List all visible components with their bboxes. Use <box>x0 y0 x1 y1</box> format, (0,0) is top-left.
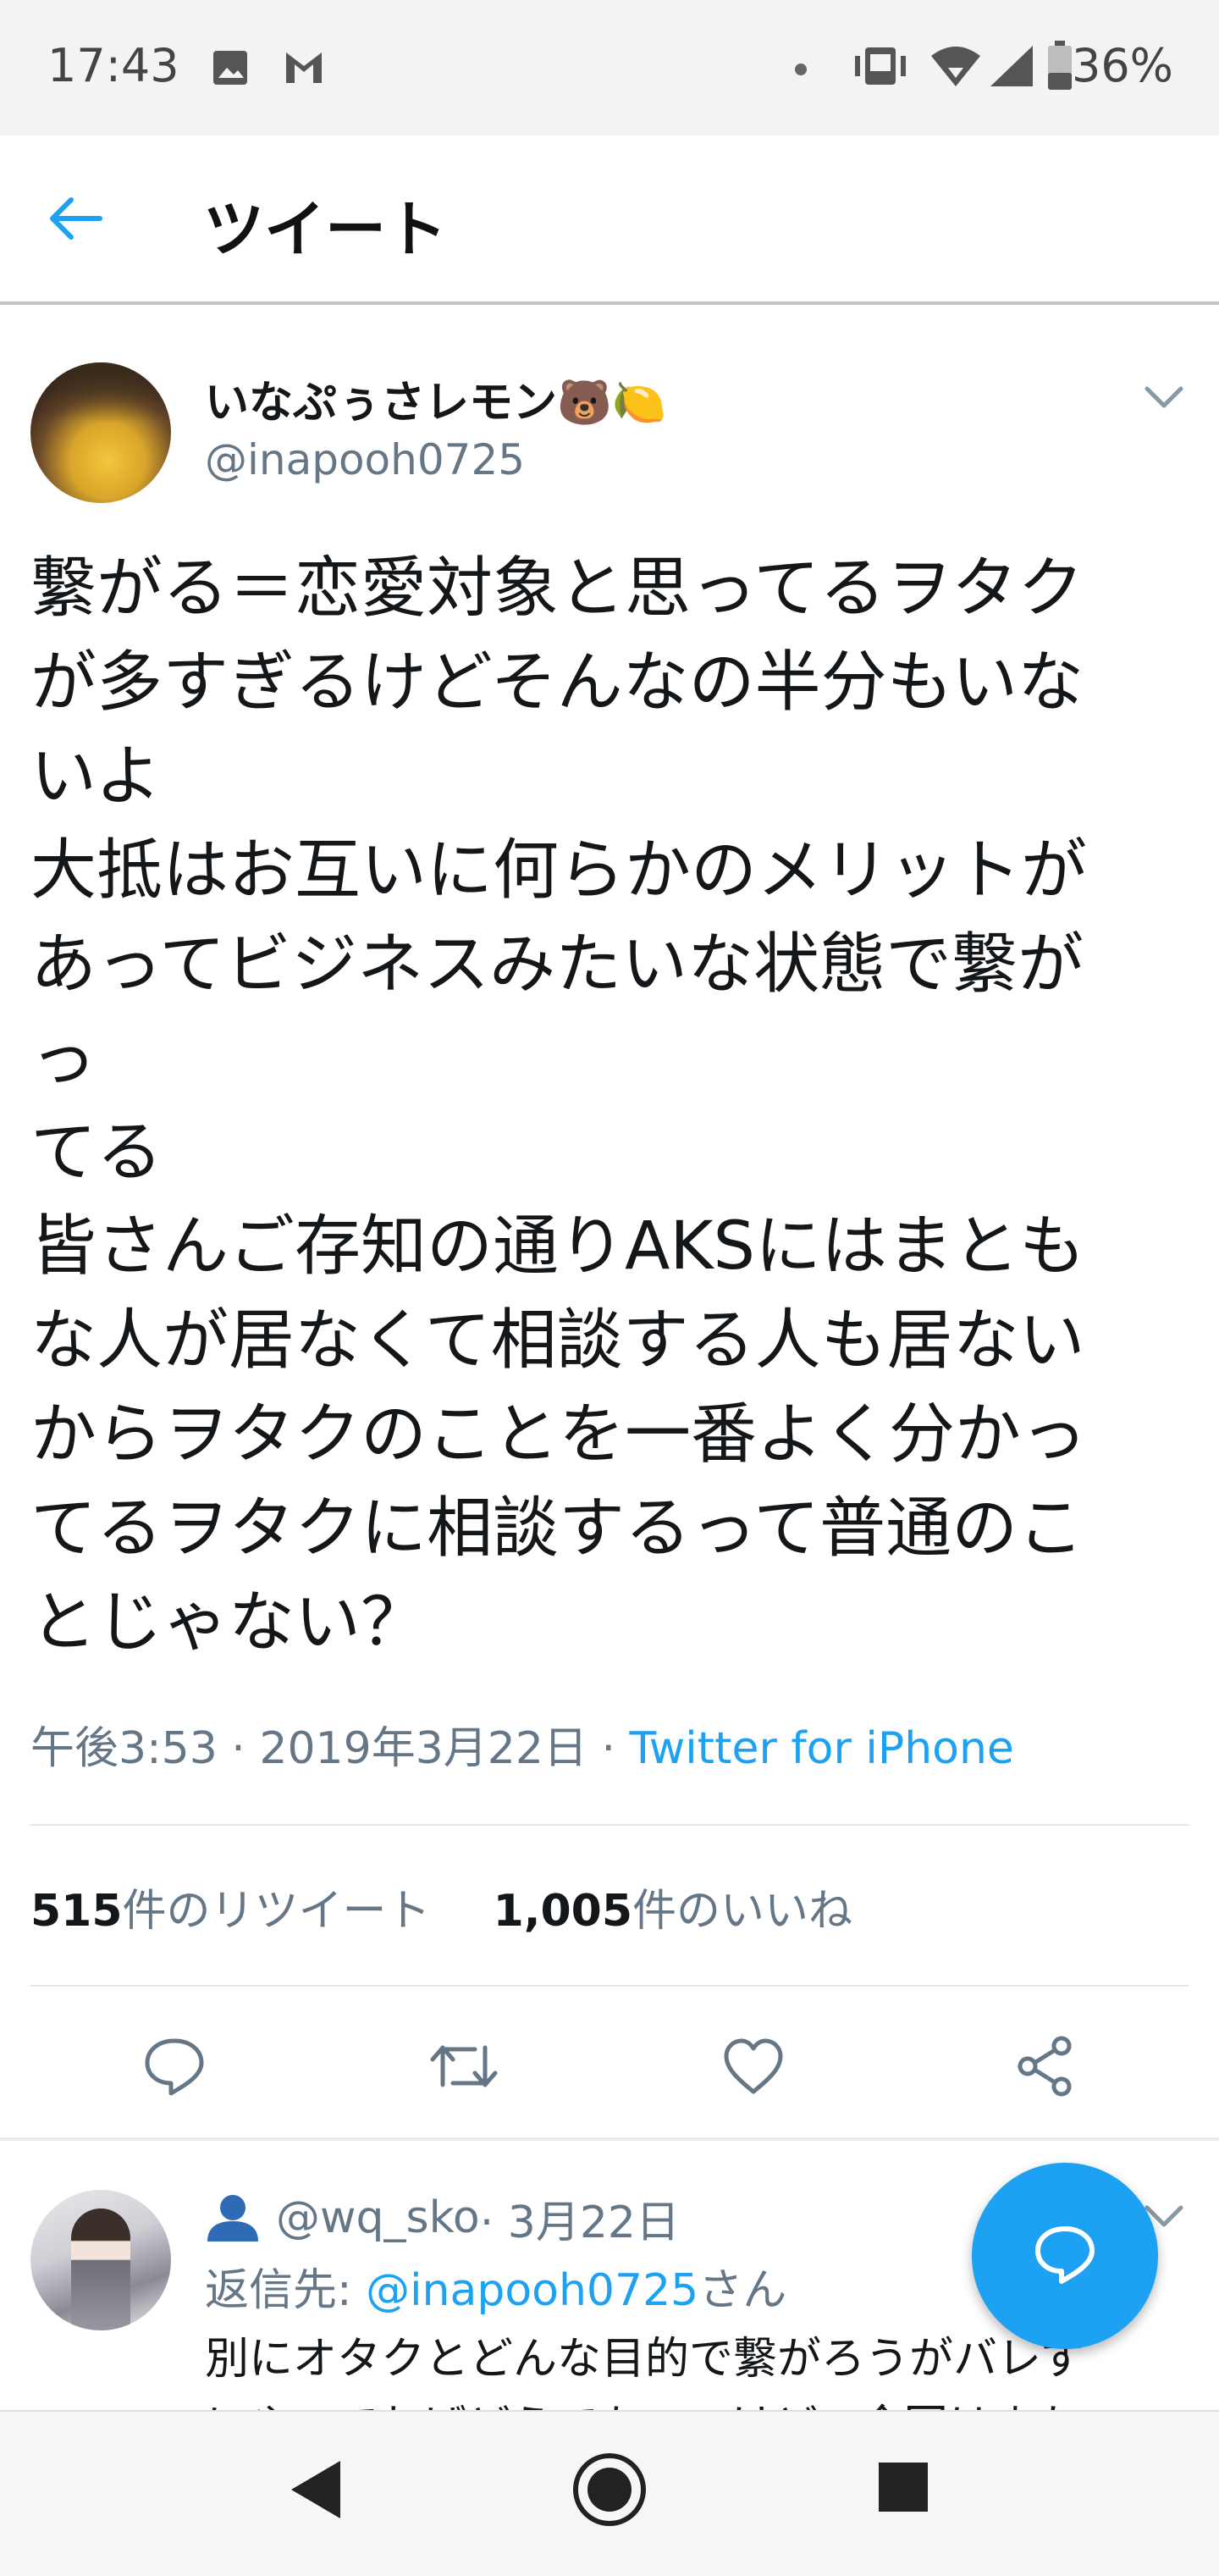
divider <box>30 1985 1189 1987</box>
reply-handle[interactable]: @wq_sko <box>276 2192 480 2243</box>
page-title: ツイート <box>203 194 448 265</box>
image-icon <box>212 49 249 90</box>
tweet-text-line: が多すぎるけどそんなの半分もいな <box>30 644 1084 721</box>
like-stat[interactable]: 1,005件のいいね <box>494 1886 853 1937</box>
divider <box>30 1824 1189 1826</box>
nav-recents-icon[interactable] <box>875 2459 931 2518</box>
reply-icon[interactable] <box>132 2024 217 2109</box>
retweet-count: 515 <box>30 1886 123 1937</box>
tweet-text-line: てる <box>30 1114 163 1191</box>
gmail-icon <box>283 46 325 91</box>
tweet-text: 繋がる＝恋愛対象と思ってるヲタク が多すぎるけどそんなの半分もいな いよ 大抵は… <box>30 542 1207 1670</box>
wifi-icon <box>929 44 982 91</box>
author-handle[interactable]: @inapooh0725 <box>205 435 525 484</box>
like-count: 1,005 <box>493 1886 633 1937</box>
reply-to-suffix: さん <box>698 2265 787 2316</box>
like-label: 件のいいね <box>632 1886 853 1937</box>
author-name[interactable]: いなぷぅさレモン🐻🍋 <box>205 367 667 430</box>
chevron-down-icon[interactable] <box>1143 383 1185 415</box>
vibrate-icon <box>853 42 907 93</box>
retweet-stat[interactable]: 515件のリツイート <box>30 1886 431 1937</box>
reply-author-avatar[interactable] <box>30 2190 171 2330</box>
retweet-label: 件のリツイート <box>122 1886 431 1937</box>
system-navigation-bar <box>0 2410 1219 2576</box>
reply-text-line: 別にオタクとどんな目的で繋がろうがバレず <box>205 2334 1086 2385</box>
battery-icon <box>1046 41 1073 95</box>
arrow-left-icon[interactable] <box>46 195 105 246</box>
tweet-metadata: 午後3:53 · 2019年3月22日 · Twitter for iPhone <box>30 1712 1014 1776</box>
author-avatar[interactable] <box>30 362 171 503</box>
tweet-text-line: 大抵はお互いに何らかのメリットが <box>30 832 1088 909</box>
retweet-icon[interactable] <box>422 2024 506 2109</box>
reply-date: · 3月22日 <box>479 2197 681 2248</box>
signal-icon <box>989 44 1034 91</box>
reply-fab-button[interactable] <box>972 2163 1158 2349</box>
tweet-text-line: 皆さんご存知の通りAKSにはまとも <box>30 1208 1086 1285</box>
person-icon <box>205 2192 261 2243</box>
tweet-text-line: 繋がる＝恋愛対象と思ってるヲタク <box>30 550 1084 627</box>
share-icon[interactable] <box>1002 2024 1087 2109</box>
status-bar: 17:43 36% <box>0 0 1219 135</box>
battery-percent: 36% <box>1071 39 1173 92</box>
reply-to-line: 返信先: @inapooh0725さん <box>205 2254 786 2318</box>
thread-separator <box>0 2137 1219 2141</box>
reply-to-prefix: 返信先: <box>205 2265 367 2316</box>
tweet-text-line: てるヲタクに相談するって普通のこ <box>30 1490 1084 1567</box>
compose-reply-icon <box>1029 2219 1100 2293</box>
tweet-source-link[interactable]: Twitter for iPhone <box>630 1723 1014 1774</box>
reply-to-mention[interactable]: @inapooh0725 <box>366 2265 698 2316</box>
author-name-row[interactable]: いなぷぅさレモン🐻🍋 <box>205 364 667 432</box>
nav-back-icon[interactable] <box>284 2454 347 2529</box>
tweet-stats: 515件のリツイート 1,005件のいいね <box>30 1875 852 1938</box>
dot-icon <box>794 63 808 80</box>
top-app-bar: ツイート <box>0 135 1219 305</box>
tweet-action-bar <box>0 2024 1219 2117</box>
tweet-timestamp[interactable]: 午後3:53 · 2019年3月22日 · <box>30 1723 630 1774</box>
nav-home-icon[interactable] <box>571 2451 648 2532</box>
tweet-text-line: な人が居なくて相談する人も居ない <box>30 1302 1085 1379</box>
status-time: 17:43 <box>47 39 179 92</box>
reply-header: @wq_sko · 3月22日 <box>205 2188 681 2248</box>
like-icon[interactable] <box>711 2024 796 2109</box>
tweet-text-line: っ <box>30 1020 97 1097</box>
tweet-text-line: からヲタクのことを一番よく分かっ <box>30 1396 1088 1473</box>
tweet-text-line: とじゃない？ <box>30 1584 427 1661</box>
tweet-text-line: あってビジネスみたいな状態で繋が <box>30 926 1084 1003</box>
tweet-text-line: いよ <box>30 738 162 815</box>
